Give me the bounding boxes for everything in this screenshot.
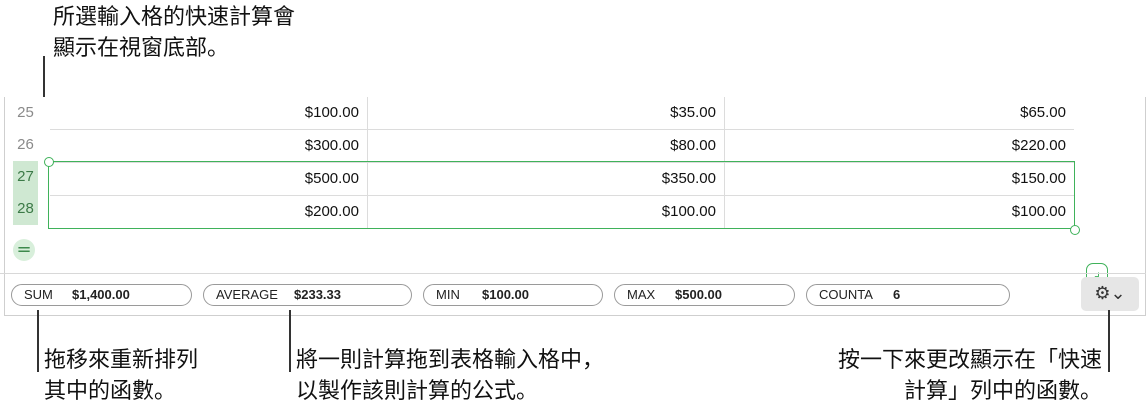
row-headers: 25 26 27 28 [13,97,38,225]
quick-calc-average[interactable]: AVERAGE $233.33 [203,284,412,306]
table-cell[interactable]: $65.00 [725,97,1074,129]
row-header-28[interactable]: 28 [13,193,38,225]
callout-bottom-right-line1: 按一下來更改顯示在「快速 [837,348,1102,373]
quick-calc-value: $500.00 [675,287,722,302]
quick-calc-sum[interactable]: SUM $1,400.00 [11,284,192,306]
selection-handle-top-left[interactable] [44,157,54,167]
table-cell[interactable]: $300.00 [50,130,368,162]
table-cell[interactable]: $35.00 [368,97,725,129]
table-row: $100.00 $35.00 $65.00 [50,97,1074,130]
quick-calc-label: COUNTA [819,287,873,302]
quick-calc-value: $100.00 [482,287,529,302]
table-row: $300.00 $80.00 $220.00 [50,130,1074,163]
quick-calc-label: MIN [436,287,460,302]
callout-top: 所選輸入格的快速計算會 顯示在視窗底部。 [53,2,295,64]
callout-top-line1: 所選輸入格的快速計算會 [53,5,296,30]
quick-calc-label: MAX [627,287,656,302]
callout-bottom-mid: 將一則計算拖到表格輸入格中， 以製作該則計算的公式。 [296,345,604,407]
callout-top-line2: 顯示在視窗底部。 [53,36,230,61]
quick-calc-settings-gear-icon[interactable]: ⚙⌄ [1081,277,1139,311]
callout-bottom-left-line1: 拖移來重新排列 [44,348,199,373]
callout-bottom-left-line2: 其中的函數。 [44,379,177,404]
row-header-27[interactable]: 27 [13,161,38,193]
selection-handle-bottom-right[interactable] [1070,225,1080,235]
quick-calc-min[interactable]: MIN $100.00 [423,284,603,306]
callout-bottom-right: 按一下來更改顯示在「快速 計算」列中的函數。 [838,345,1102,407]
table-cell[interactable]: $80.00 [368,130,725,162]
quick-calc-value: 6 [893,287,901,302]
table-cell[interactable]: $100.00 [50,97,368,129]
leader-bottom-right [1108,310,1110,372]
callout-bottom-right-line2: 計算」列中的函數。 [903,379,1102,404]
table-cell[interactable]: $220.00 [725,130,1074,162]
leader-bottom-left [37,310,39,372]
quick-calc-value: $233.33 [294,287,341,302]
row-header-26[interactable]: 26 [13,129,38,161]
selection-outline [48,161,1075,229]
leader-bottom-mid [289,310,291,372]
quick-calc-max[interactable]: MAX $500.00 [614,284,795,306]
callout-bottom-left: 拖移來重新排列 其中的函數。 [44,345,198,407]
quick-calc-label: AVERAGE [216,287,278,302]
quick-calc-label: SUM [24,287,53,302]
callout-bottom-mid-line2: 以製作該則計算的公式。 [296,379,539,404]
callout-bottom-mid-line1: 將一則計算拖到表格輸入格中， [296,348,605,373]
row-header-25[interactable]: 25 [13,97,38,129]
quick-calc-value: $1,400.00 [72,287,130,302]
add-formula-button[interactable]: = [13,239,35,261]
quick-calc-counta[interactable]: COUNTA 6 [806,284,1010,306]
